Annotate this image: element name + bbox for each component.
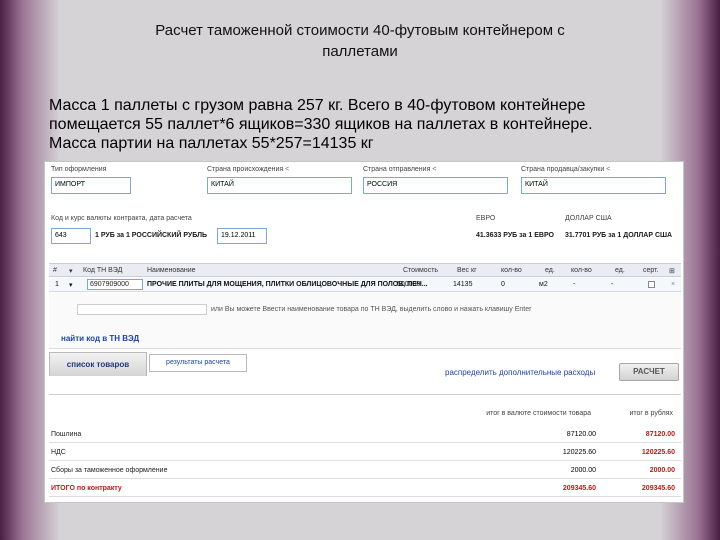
name-search-input[interactable] [77,304,207,315]
dest-field[interactable]: РОССИЯ [363,177,508,194]
summary-col2-header: итог в рублях [629,410,673,417]
date-field[interactable]: 19.12.2011 [217,228,267,244]
col-cost[interactable]: Стоимость [403,267,438,274]
goods-grid-header: # ▾ Код ТН ВЭД Наименование Стоимость Ве… [49,263,681,277]
usd-rate: 31.7701 РУБ за 1 ДОЛЛАР США [565,232,673,239]
type-field[interactable]: ИМПОРТ [51,177,131,194]
col-name[interactable]: Наименование [147,267,196,274]
col-num: # [53,267,57,274]
type-label: Тип оформления [51,166,107,173]
divider [49,394,681,395]
origin-field[interactable]: КИТАЙ [207,177,352,194]
tab-calc-results[interactable]: результаты расчета [149,354,247,372]
seller-label: Страна продавца/закупки < [521,166,611,173]
summary-row-duty: Пошлина 87120.00 87120.00 [49,427,681,443]
row-qty[interactable]: 0 [501,281,505,288]
row-qty2[interactable]: - [573,281,575,288]
currency-code-field[interactable]: 643 [51,228,91,244]
col-settings-icon[interactable]: ⊞ [669,267,675,275]
seller-field[interactable]: КИТАЙ [521,177,666,194]
row-delete-icon[interactable]: × [671,281,675,288]
col-unit[interactable]: ед. [545,267,555,274]
slide-title: Расчет таможенной стоимости 40-футовым к… [60,20,660,62]
row-code-field[interactable]: 6907909000 [87,279,143,290]
row-weight[interactable]: 14135 [453,281,472,288]
row-unit2[interactable]: - [611,281,613,288]
search-hint-text: или Вы можете Ввести наименование товара… [211,306,532,313]
row-num: 1 [55,281,59,288]
col-qty2[interactable]: кол-во [571,267,592,274]
calculator-screenshot: Тип оформления ИМПОРТ Страна происхожден… [44,161,684,503]
table-row[interactable]: 1 ▾ 6907909000 ПРОЧИЕ ПЛИТЫ ДЛЯ МОЩЕНИЯ,… [49,278,681,292]
dest-label: Страна отправления < [363,166,437,173]
slide-text-line2: помещается 55 паллет*6 ящиков=330 ящиков… [49,116,593,133]
row-unit[interactable]: м2 [539,281,548,288]
col-code[interactable]: Код ТН ВЭД [83,267,122,274]
slide-text-line1: Масса 1 паллеты с грузом равна 257 кг. В… [49,97,586,114]
eur-rate: 41.3633 РУБ за 1 ЕВРО [476,232,554,239]
col-menu-icon[interactable]: ▾ [69,267,73,275]
slide-text: Масса 1 паллеты с грузом равна 257 кг. В… [49,96,689,153]
slide-title-line2: паллетами [322,43,398,60]
summary-col1-header: итог в валюте стоимости товара [486,410,591,417]
search-hint-area: или Вы можете Ввести наименование товара… [49,293,681,349]
rate-label: Код и курс валюты контракта, дата расчет… [51,215,192,222]
row-dropdown-icon[interactable]: ▾ [69,281,73,289]
col-unit2[interactable]: ед. [615,267,625,274]
row-cost[interactable]: 500000 [397,281,420,288]
tab-goods-list[interactable]: список товаров [49,352,147,376]
row-cert-checkbox[interactable] [648,281,655,288]
slide-title-line1: Расчет таможенной стоимости 40-футовым к… [155,22,565,39]
summary-row-vat: НДС 120225.60 120225.60 [49,445,681,461]
eur-label: ЕВРО [476,215,496,222]
col-cert[interactable]: серт. [643,267,659,274]
distribute-costs-link[interactable]: распределить дополнительные расходы [445,368,595,377]
find-code-link[interactable]: найти код в ТН ВЭД [61,334,139,343]
col-qty[interactable]: кол-во [501,267,522,274]
calculate-button[interactable]: РАСЧЕТ [619,363,679,381]
row-name[interactable]: ПРОЧИЕ ПЛИТЫ ДЛЯ МОЩЕНИЯ, ПЛИТКИ ОБЛИЦОВ… [147,281,428,288]
col-weight[interactable]: Вес кг [457,267,477,274]
usd-label: ДОЛЛАР США [565,215,612,222]
origin-label: Страна происхождения < [207,166,290,173]
slide-text-line3: Масса партии на паллетах 55*257=14135 кг [49,135,374,152]
currency-rate-text: 1 РУБ за 1 РОССИЙСКИЙ РУБЛЬ [95,232,208,239]
summary-row-fees: Сборы за таможенное оформление 2000.00 2… [49,463,681,479]
summary-row-total: ИТОГО по контракту 209345.60 209345.60 [49,481,681,497]
